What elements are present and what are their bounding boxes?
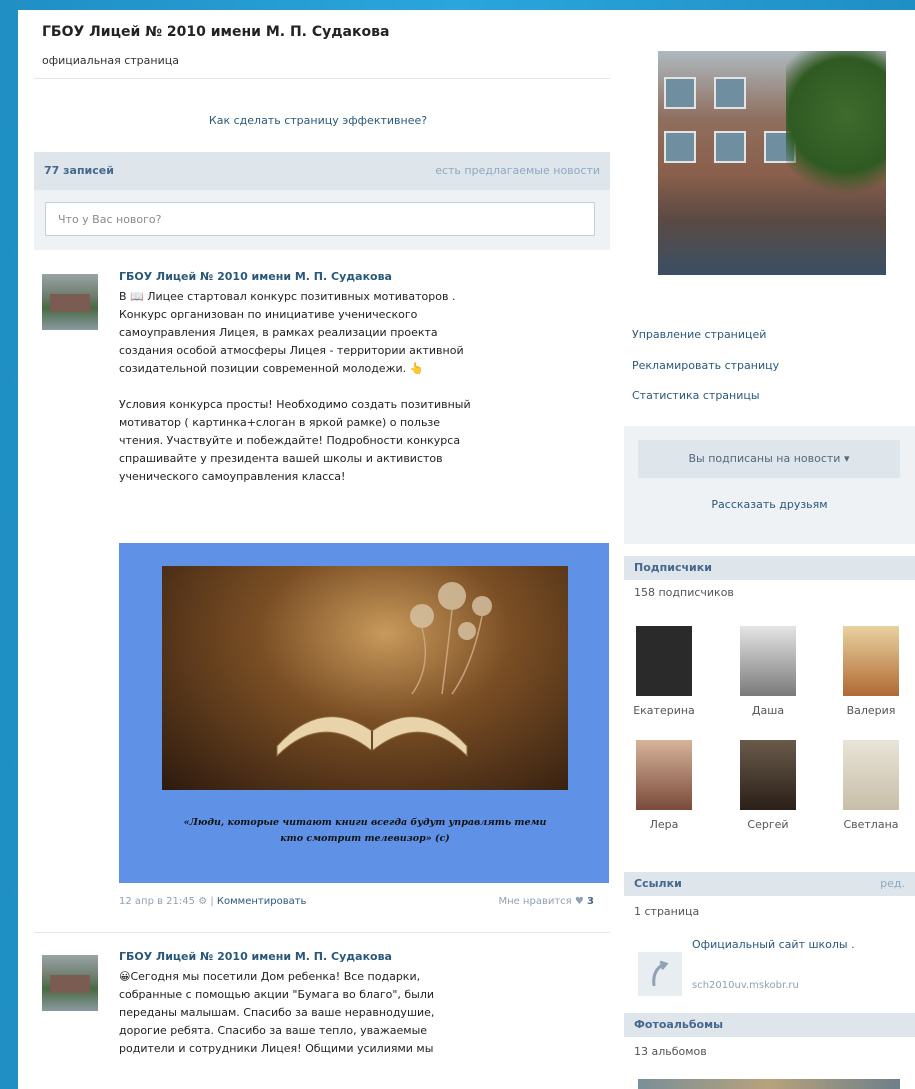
posts-count[interactable]: 77 записей xyxy=(44,164,114,177)
subscriber-item[interactable]: Даша xyxy=(728,626,808,717)
links-header: Ссылки ред. xyxy=(624,872,915,896)
heart-icon: ♥ xyxy=(574,896,584,907)
subscribed-button[interactable]: Вы подписаны на новости ▾ xyxy=(638,440,900,478)
avatar xyxy=(740,626,796,696)
subscriber-item[interactable]: Екатерина xyxy=(624,626,704,717)
gear-icon[interactable]: ⚙ xyxy=(198,896,210,907)
page-cover-photo[interactable] xyxy=(658,51,886,275)
subscriber-item[interactable]: Сергей xyxy=(728,740,808,831)
links-count[interactable]: 1 страница xyxy=(634,905,699,918)
tree xyxy=(786,51,886,211)
subscriber-item[interactable]: Валерия xyxy=(831,626,911,717)
link-url: sch2010uv.mskobr.ru xyxy=(692,980,799,991)
like-count: 3 xyxy=(587,896,594,907)
links-title[interactable]: Ссылки xyxy=(634,877,682,890)
avatar xyxy=(843,626,899,696)
subscriber-name: Екатерина xyxy=(633,704,695,717)
window xyxy=(664,77,696,109)
link-title[interactable]: Официальный сайт школы . xyxy=(692,938,882,952)
subscribers-count[interactable]: 158 подписчиков xyxy=(634,586,734,599)
avatar[interactable] xyxy=(42,274,98,330)
manage-page-link[interactable]: Управление страницей xyxy=(632,328,766,341)
page-title: ГБОУ Лицей № 2010 имени М. П. Судакова xyxy=(42,24,390,40)
post-text: В 📖 Лицее стартовал конкурс позитивных м… xyxy=(119,290,471,483)
post-meta: 12 апр в 21:45 ⚙ | Комментировать xyxy=(119,896,306,907)
subscribers-header[interactable]: Подписчики xyxy=(624,556,915,580)
book-picture xyxy=(162,566,568,790)
link-card[interactable]: Официальный сайт школы . sch2010uv.mskob… xyxy=(634,938,904,1002)
window xyxy=(714,131,746,163)
subscription-box: Вы подписаны на новости ▾ Рассказать дру… xyxy=(624,426,915,544)
new-post-box: Что у Вас нового? xyxy=(34,190,610,250)
subscriber-name: Даша xyxy=(751,704,785,717)
avatar xyxy=(740,740,796,810)
page-subtitle: официальная страница xyxy=(42,54,179,67)
like-button[interactable]: Мне нравится ♥ 3 xyxy=(498,896,594,907)
subscriber-name: Валерия xyxy=(846,704,896,717)
dandelion-icon xyxy=(410,582,492,695)
new-post-input[interactable]: Что у Вас нового? xyxy=(45,202,595,236)
post-image[interactable]: «Люди, которые читают книги всегда будут… xyxy=(119,543,609,883)
divider xyxy=(34,78,610,79)
post-author[interactable]: ГБОУ Лицей № 2010 имени М. П. Судакова xyxy=(119,270,392,283)
posts-bar: 77 записей есть предлагаемые новости xyxy=(34,152,610,190)
post-text: 😀Сегодня мы посетили Дом ребенка! Все по… xyxy=(119,970,435,1055)
post-author[interactable]: ГБОУ Лицей № 2010 имени М. П. Судакова xyxy=(119,950,392,963)
tell-friends-link[interactable]: Рассказать друзьям xyxy=(624,498,915,511)
post-date[interactable]: 12 апр в 21:45 xyxy=(119,896,195,907)
albums-header[interactable]: Фотоальбомы xyxy=(624,1013,915,1037)
avatar xyxy=(843,740,899,810)
subscriber-name: Светлана xyxy=(843,818,899,831)
links-edit-link[interactable]: ред. xyxy=(880,877,905,890)
subscriber-name: Лера xyxy=(649,818,679,831)
page-frame: ГБОУ Лицей № 2010 имени М. П. Судакова о… xyxy=(18,10,915,1089)
link-arrow-icon xyxy=(638,952,682,996)
avatar xyxy=(636,626,692,696)
avatar xyxy=(636,740,692,810)
like-label: Мне нравится xyxy=(498,896,572,907)
subscriber-item[interactable]: Светлана xyxy=(831,740,911,831)
window xyxy=(714,77,746,109)
advertise-page-link[interactable]: Рекламировать страницу xyxy=(632,359,779,372)
image-caption: «Люди, которые читают книги всегда будут… xyxy=(183,817,547,844)
comment-link[interactable]: Комментировать xyxy=(217,896,307,907)
subscriber-name: Сергей xyxy=(747,818,789,831)
subscriber-item[interactable]: Лера xyxy=(624,740,704,831)
window xyxy=(664,131,696,163)
albums-count[interactable]: 13 альбомов xyxy=(634,1045,707,1058)
albums-title: Фотоальбомы xyxy=(634,1018,724,1031)
effectiveness-link[interactable]: Как сделать страницу эффективнее? xyxy=(18,114,618,127)
subscribers-title: Подписчики xyxy=(634,561,712,574)
avatar[interactable] xyxy=(42,955,98,1011)
album-thumbnails[interactable] xyxy=(638,1079,900,1089)
suggested-news-link[interactable]: есть предлагаемые новости xyxy=(435,164,600,177)
page-stats-link[interactable]: Статистика страницы xyxy=(632,389,760,402)
divider xyxy=(34,932,610,933)
